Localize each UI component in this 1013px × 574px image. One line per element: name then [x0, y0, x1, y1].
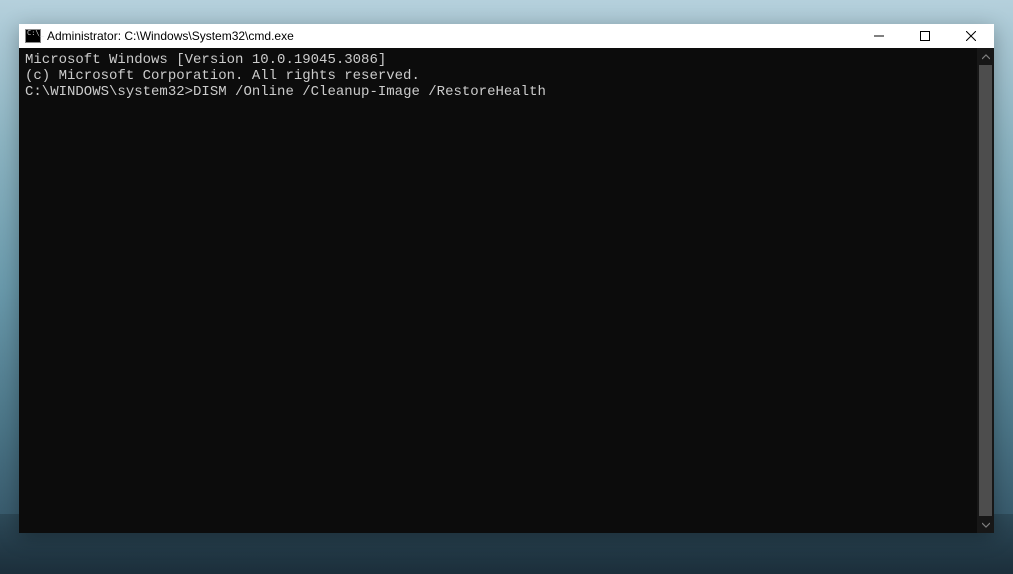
- terminal-area[interactable]: Microsoft Windows [Version 10.0.19045.30…: [19, 48, 994, 533]
- cmd-window: Administrator: C:\Windows\System32\cmd.e…: [19, 24, 994, 533]
- terminal-line-version: Microsoft Windows [Version 10.0.19045.30…: [25, 52, 971, 68]
- maximize-button[interactable]: [902, 24, 948, 48]
- terminal-line-copyright: (c) Microsoft Corporation. All rights re…: [25, 68, 971, 84]
- chevron-up-icon: [982, 53, 990, 61]
- chevron-down-icon: [982, 521, 990, 529]
- close-button[interactable]: [948, 24, 994, 48]
- window-controls: [856, 24, 994, 48]
- titlebar[interactable]: Administrator: C:\Windows\System32\cmd.e…: [19, 24, 994, 48]
- minimize-icon: [874, 31, 884, 41]
- window-title: Administrator: C:\Windows\System32\cmd.e…: [47, 29, 856, 43]
- terminal-content[interactable]: Microsoft Windows [Version 10.0.19045.30…: [19, 48, 977, 533]
- scrollbar[interactable]: [977, 48, 994, 533]
- scroll-up-button[interactable]: [977, 48, 994, 65]
- cmd-icon: [25, 29, 41, 43]
- close-icon: [966, 31, 976, 41]
- scroll-track[interactable]: [977, 65, 994, 516]
- terminal-prompt: C:\WINDOWS\system32>: [25, 84, 193, 100]
- minimize-button[interactable]: [856, 24, 902, 48]
- terminal-command: DISM /Online /Cleanup-Image /RestoreHeal…: [193, 84, 546, 100]
- scroll-thumb[interactable]: [979, 65, 992, 516]
- scroll-down-button[interactable]: [977, 516, 994, 533]
- maximize-icon: [920, 31, 930, 41]
- terminal-prompt-line: C:\WINDOWS\system32>DISM /Online /Cleanu…: [25, 84, 546, 100]
